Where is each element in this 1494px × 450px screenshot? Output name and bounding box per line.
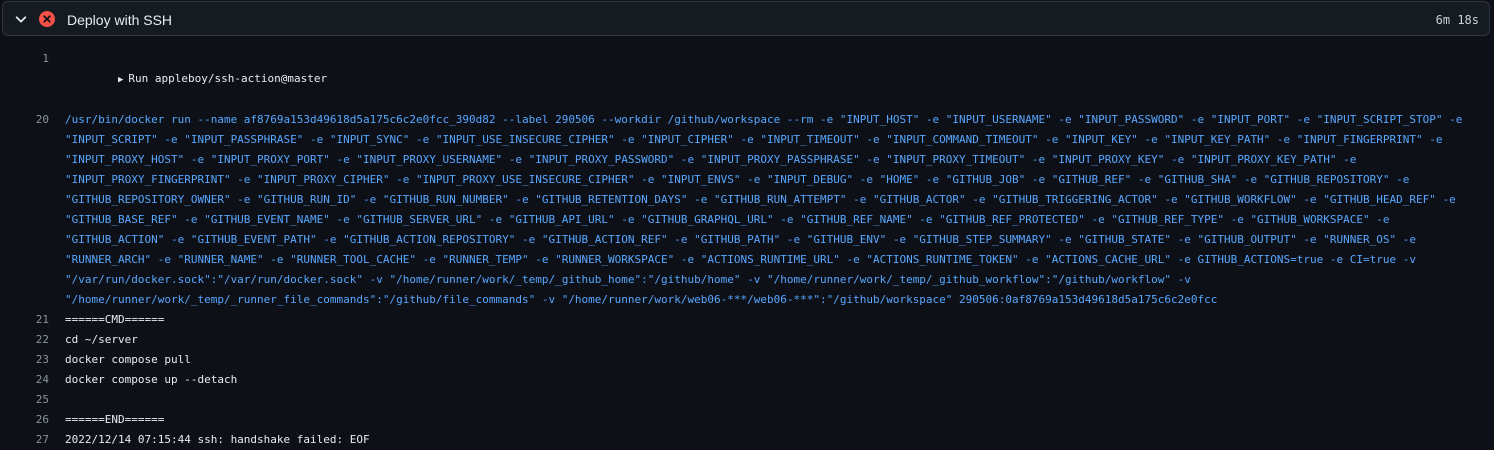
chevron-down-icon[interactable] xyxy=(14,12,28,26)
log-line[interactable]: 27 2022/12/14 07:15:44 ssh: handshake fa… xyxy=(0,430,1494,450)
line-number[interactable]: 27 xyxy=(0,430,49,450)
log-line[interactable]: 26 ======END====== xyxy=(0,410,1494,430)
step-log-panel: Deploy with SSH 6m 18s 1 ▶ Run appleboy/s… xyxy=(0,0,1494,446)
log-text: ======END====== xyxy=(65,413,165,426)
line-number[interactable]: 1 xyxy=(0,49,49,69)
x-circle-fill-icon xyxy=(39,11,55,27)
line-number[interactable]: 24 xyxy=(0,370,49,390)
log-line[interactable]: 22 cd ~/server xyxy=(0,330,1494,350)
log-line[interactable]: 1 ▶ Run appleboy/ssh-action@master xyxy=(0,49,1494,110)
log-line[interactable]: 24 docker compose up --detach xyxy=(0,370,1494,390)
log-text: docker compose pull xyxy=(65,353,191,366)
step-duration: 6m 18s xyxy=(1435,13,1479,27)
step-header[interactable]: Deploy with SSH 6m 18s xyxy=(2,1,1490,36)
line-number[interactable]: 26 xyxy=(0,410,49,430)
line-number[interactable]: 25 xyxy=(0,390,49,410)
line-number[interactable]: 23 xyxy=(0,350,49,370)
log-text: ======CMD====== xyxy=(65,313,165,326)
log-line[interactable]: 21 ======CMD====== xyxy=(0,310,1494,330)
log-text: docker compose up --detach xyxy=(65,373,238,386)
docker-command: /usr/bin/docker run --name af8769a153d49… xyxy=(65,113,1469,306)
log-line[interactable]: 20 /usr/bin/docker run --name af8769a153… xyxy=(0,110,1494,310)
log-text: cd ~/server xyxy=(65,333,138,346)
log-line[interactable]: 23 docker compose pull xyxy=(0,350,1494,370)
log-line[interactable]: 25 xyxy=(0,390,1494,410)
line-number[interactable]: 20 xyxy=(0,110,49,130)
step-title: Deploy with SSH xyxy=(67,12,173,28)
line-number[interactable]: 22 xyxy=(0,330,49,350)
error-text: 2022/12/14 07:15:44 ssh: handshake faile… xyxy=(65,433,370,446)
group-title: Run appleboy/ssh-action@master xyxy=(128,72,328,85)
line-number[interactable]: 21 xyxy=(0,310,49,330)
triangle-right-icon[interactable]: ▶ xyxy=(118,70,123,90)
log-output: 1 ▶ Run appleboy/ssh-action@master 20 /us… xyxy=(0,49,1494,450)
